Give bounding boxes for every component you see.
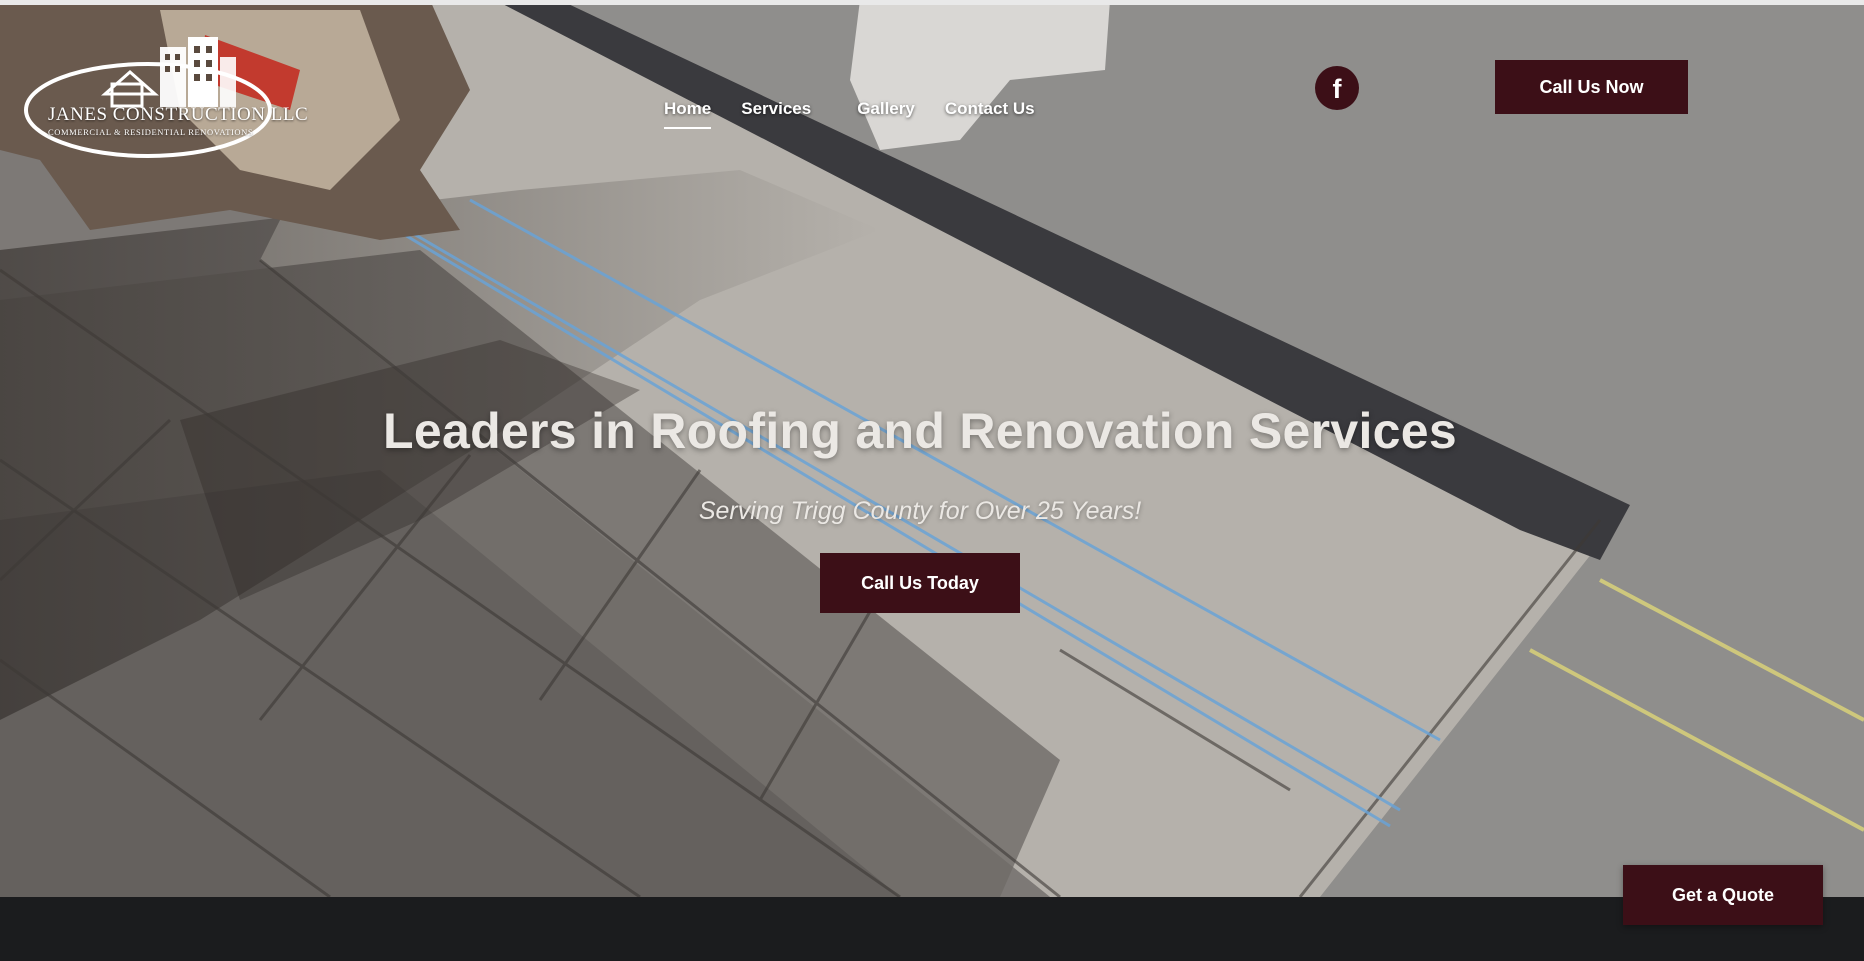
get-a-quote-button[interactable]: Get a Quote: [1623, 865, 1823, 925]
nav-item-home[interactable]: Home: [664, 99, 712, 129]
nav-item-label: Contact Us: [944, 99, 1035, 118]
call-us-today-button[interactable]: Call Us Today: [820, 553, 1020, 613]
hero-title: Leaders in Roofing and Renovation Servic…: [383, 403, 1457, 459]
nav-item-label: Services: [741, 99, 812, 118]
logo-name: JANES CONSTRUCTION LLC: [48, 104, 309, 125]
nav-item-gallery[interactable]: Gallery: [857, 99, 915, 123]
logo-tagline: COMMERCIAL & RESIDENTIAL RENOVATIONS: [48, 127, 254, 137]
hero-subtitle: Serving Trigg County for Over 25 Years!: [698, 497, 1142, 525]
buildings-icon: [24, 37, 272, 158]
footer-strip: [0, 897, 1864, 961]
nav-item-label: Home: [664, 99, 712, 118]
top-border: [0, 0, 1864, 5]
nav-item-contact-us[interactable]: Contact Us: [945, 99, 1035, 123]
facebook-icon: f: [1332, 74, 1342, 104]
main-nav: Home Services Gallery Contact Us: [664, 96, 1065, 129]
nav-item-label: Gallery: [857, 99, 915, 118]
nav-item-services[interactable]: Services: [741, 99, 827, 123]
company-logo[interactable]: JANES CONSTRUCTION LLC COMMERCIAL & RESI…: [20, 32, 308, 162]
call-us-now-button[interactable]: Call Us Now: [1495, 60, 1688, 114]
facebook-link[interactable]: f: [1315, 66, 1359, 110]
hero-section: JANES CONSTRUCTION LLC COMMERCIAL & RESI…: [0, 0, 1864, 897]
